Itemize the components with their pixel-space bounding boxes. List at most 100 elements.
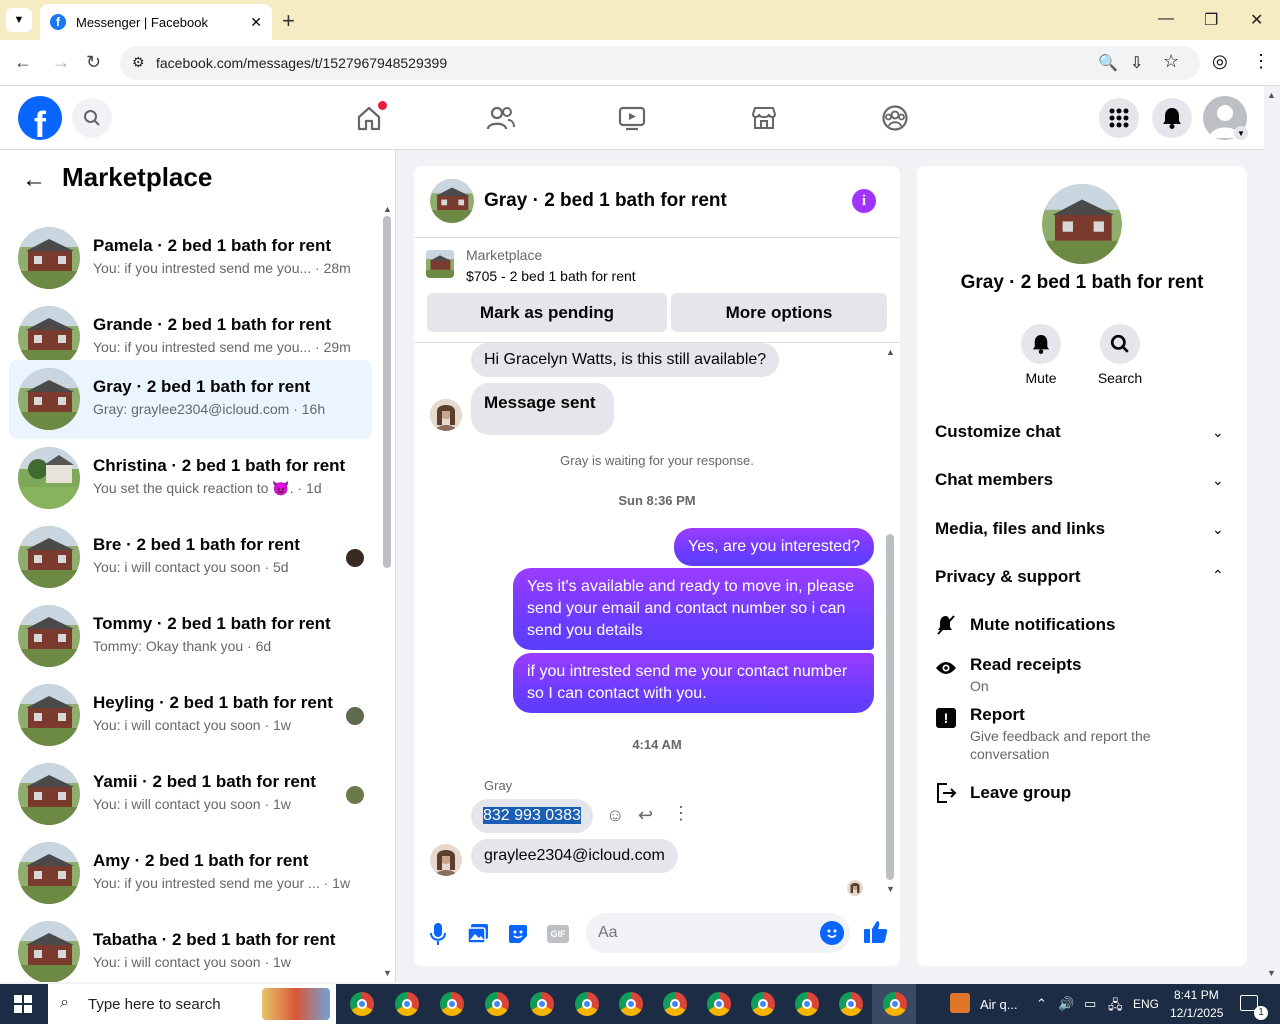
tray-chevron-icon[interactable]: ⌃: [1036, 996, 1047, 1012]
sticker-icon[interactable]: [505, 921, 531, 947]
search-in-chat-icon[interactable]: [1100, 324, 1140, 364]
close-window-icon[interactable]: ✕: [1250, 10, 1263, 30]
menu-grid-icon[interactable]: [1099, 98, 1139, 138]
like-thumb-icon[interactable]: [863, 919, 889, 950]
conversation-item[interactable]: Tabatha · 2 bed 1 bath for rent You: i w…: [9, 913, 372, 982]
chrome-taskbar-icon[interactable]: [883, 992, 907, 1016]
mark-as-pending-button[interactable]: Mark as pending: [427, 293, 667, 332]
chrome-taskbar-icon[interactable]: [839, 992, 863, 1016]
browser-tab[interactable]: f Messenger | Facebook ✕: [40, 4, 272, 40]
chat-avatar[interactable]: [430, 179, 474, 223]
conversation-item[interactable]: Heyling · 2 bed 1 bath for rent You: i w…: [9, 676, 372, 755]
facebook-logo-icon[interactable]: f: [18, 96, 62, 140]
minimize-icon[interactable]: —: [1158, 10, 1174, 28]
tab-close-icon[interactable]: ✕: [250, 14, 262, 31]
sender-avatar[interactable]: [430, 399, 462, 431]
conversation-item[interactable]: Tommy · 2 bed 1 bath for rent Tommy: Oka…: [9, 597, 372, 676]
forward-icon[interactable]: →: [52, 52, 70, 73]
message-incoming[interactable]: Hi Gracelyn Watts, is this still availab…: [471, 343, 780, 377]
message-incoming-phone[interactable]: 832 993 0383: [471, 799, 593, 833]
chrome-taskbar-icon[interactable]: [619, 992, 643, 1016]
customize-chat-section[interactable]: Customize chat: [935, 422, 1061, 442]
photo-icon[interactable]: [465, 921, 491, 947]
back-arrow-icon[interactable]: ←: [22, 166, 46, 194]
page-scroll-up-icon[interactable]: ▲: [1267, 90, 1276, 100]
chevron-down-icon[interactable]: ⌄: [1212, 521, 1224, 538]
video-icon[interactable]: [614, 100, 650, 136]
new-tab-icon[interactable]: +: [282, 8, 295, 34]
chrome-taskbar-icon[interactable]: [795, 992, 819, 1016]
language-indicator[interactable]: ENG: [1133, 997, 1159, 1011]
zoom-icon[interactable]: 🔍: [1098, 53, 1118, 73]
read-receipts-item[interactable]: Read receipts: [970, 655, 1082, 675]
install-app-icon[interactable]: ⇩: [1130, 53, 1143, 73]
sidebar-scrollbar[interactable]: [383, 216, 391, 568]
message-incoming[interactable]: graylee2304@icloud.com: [471, 839, 678, 873]
air-quality-icon[interactable]: [950, 993, 970, 1013]
message-outgoing[interactable]: if you intrested send me your contact nu…: [513, 653, 874, 713]
mute-notifications-item[interactable]: Mute notifications: [970, 615, 1115, 635]
conversation-item[interactable]: Amy · 2 bed 1 bath for rent You: if you …: [9, 834, 372, 913]
listing-thumbnail[interactable]: [426, 250, 454, 278]
account-chevron-icon[interactable]: ▼: [1234, 126, 1248, 140]
notifications-bell-icon[interactable]: [1152, 98, 1192, 138]
clock-time[interactable]: 8:41 PM: [1174, 988, 1219, 1002]
privacy-support-section[interactable]: Privacy & support: [935, 567, 1081, 587]
profile-icon[interactable]: ◎: [1212, 51, 1228, 72]
browser-menu-icon[interactable]: ⋮: [1252, 51, 1270, 72]
chrome-taskbar-icon[interactable]: [575, 992, 599, 1016]
conversation-item[interactable]: Yamii · 2 bed 1 bath for rent You: i wil…: [9, 755, 372, 834]
chrome-taskbar-icon[interactable]: [395, 992, 419, 1016]
scroll-up-icon[interactable]: ▲: [383, 204, 392, 214]
listing-price[interactable]: $705 - 2 bed 1 bath for rent: [466, 268, 636, 284]
reply-icon[interactable]: ↩: [638, 805, 653, 826]
sender-avatar[interactable]: [430, 844, 462, 876]
conversation-item[interactable]: Pamela · 2 bed 1 bath for rent You: if y…: [9, 219, 372, 298]
chrome-taskbar-icon[interactable]: [530, 992, 554, 1016]
scroll-up-icon[interactable]: ▲: [886, 347, 895, 357]
reload-icon[interactable]: ↻: [86, 52, 101, 73]
gif-icon[interactable]: GIF: [545, 921, 571, 947]
volume-icon[interactable]: 🔊: [1058, 996, 1074, 1012]
chat-title[interactable]: Gray · 2 bed 1 bath for rent: [484, 190, 727, 212]
address-bar[interactable]: ⚙ facebook.com/messages/t/15279679485293…: [120, 46, 1200, 80]
page-scroll-down-icon[interactable]: ▼: [1267, 968, 1276, 978]
clock-date[interactable]: 12/1/2025: [1170, 1006, 1223, 1020]
search-icon[interactable]: [72, 98, 112, 138]
tab-search-icon[interactable]: ▼: [6, 8, 32, 32]
marketplace-icon[interactable]: [746, 100, 782, 136]
leave-group-item[interactable]: Leave group: [970, 783, 1071, 803]
friends-icon[interactable]: [483, 100, 519, 136]
chevron-up-icon[interactable]: ⌃: [1212, 567, 1224, 584]
chrome-taskbar-icon[interactable]: [663, 992, 687, 1016]
message-input[interactable]: [598, 924, 798, 942]
weather-text[interactable]: Air q...: [980, 997, 1018, 1012]
chrome-taskbar-icon[interactable]: [350, 992, 374, 1016]
network-icon[interactable]: 🖧: [1108, 996, 1123, 1018]
chrome-taskbar-icon[interactable]: [707, 992, 731, 1016]
react-emoji-icon[interactable]: ☺: [606, 805, 624, 826]
report-item[interactable]: Report: [970, 705, 1025, 725]
message-incoming[interactable]: Message sent: [471, 383, 614, 435]
restore-icon[interactable]: ❐: [1204, 10, 1218, 30]
more-actions-icon[interactable]: ⋮: [672, 803, 690, 824]
selected-text[interactable]: 832 993 0383: [483, 807, 581, 824]
back-icon[interactable]: ←: [14, 52, 32, 73]
chat-members-section[interactable]: Chat members: [935, 470, 1053, 490]
chrome-taskbar-icon[interactable]: [440, 992, 464, 1016]
windows-start-icon[interactable]: [14, 995, 32, 1018]
battery-icon[interactable]: ▭: [1084, 996, 1096, 1012]
chat-scrollbar[interactable]: [886, 534, 894, 880]
site-info-icon[interactable]: ⚙: [132, 54, 145, 71]
conversation-item[interactable]: Bre · 2 bed 1 bath for rent You: i will …: [9, 518, 372, 597]
conversation-item[interactable]: Christina · 2 bed 1 bath for rent You se…: [9, 439, 372, 518]
chevron-down-icon[interactable]: ⌄: [1212, 472, 1224, 489]
chrome-taskbar-icon[interactable]: [751, 992, 775, 1016]
microphone-icon[interactable]: [425, 921, 451, 947]
chevron-down-icon[interactable]: ⌄: [1212, 424, 1224, 441]
more-options-button[interactable]: More options: [671, 293, 887, 332]
emoji-icon[interactable]: [820, 921, 844, 945]
message-outgoing[interactable]: Yes, are you interested?: [674, 528, 874, 566]
chrome-taskbar-icon[interactable]: [485, 992, 509, 1016]
taskbar-search-box[interactable]: ⌕ Type here to search: [48, 984, 336, 1024]
